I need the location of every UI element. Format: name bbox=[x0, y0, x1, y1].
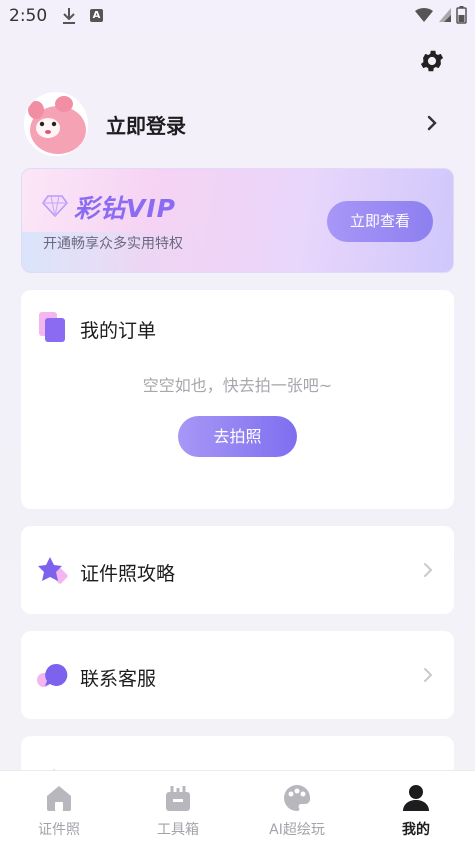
tab-label: 我的 bbox=[402, 822, 430, 838]
tab-toolbox[interactable]: 工具箱 bbox=[119, 771, 237, 846]
orders-title: 我的订单 bbox=[80, 320, 157, 342]
status-time: 2:50 bbox=[9, 6, 48, 26]
tab-ai-draw[interactable]: AI超绘玩 bbox=[238, 771, 356, 846]
menu-item-label: 联系客服 bbox=[80, 668, 157, 690]
chevron-right-icon bbox=[421, 561, 435, 583]
settings-button[interactable] bbox=[418, 47, 446, 75]
home-icon bbox=[44, 783, 74, 813]
palette-icon bbox=[282, 783, 312, 813]
keyboard-icon: A bbox=[90, 9, 103, 22]
tab-mine[interactable]: 我的 bbox=[357, 771, 475, 846]
take-photo-button[interactable]: 去拍照 bbox=[178, 416, 297, 457]
orders-card: 我的订单 空空如也，快去拍一张吧~ 去拍照 bbox=[21, 290, 454, 509]
avatar[interactable] bbox=[24, 92, 88, 156]
tab-label: AI超绘玩 bbox=[269, 822, 325, 838]
menu-item-label: 证件照攻略 bbox=[80, 563, 176, 585]
vip-subtitle: 开通畅享众多实用特权 bbox=[43, 236, 183, 252]
chevron-right-icon bbox=[424, 112, 440, 138]
login-row[interactable]: 立即登录 bbox=[24, 92, 454, 156]
diamond-icon bbox=[41, 195, 69, 221]
toolbox-icon bbox=[163, 783, 193, 813]
gear-icon bbox=[420, 50, 444, 72]
status-indicators bbox=[414, 6, 467, 24]
download-icon bbox=[60, 6, 78, 30]
status-bar: 2:50 A bbox=[0, 0, 475, 34]
bottom-tab-bar: 证件照 工具箱 AI超绘玩 我的 bbox=[0, 770, 475, 846]
signal-icon bbox=[439, 8, 451, 22]
order-icon bbox=[39, 312, 67, 342]
tab-label: 工具箱 bbox=[157, 822, 199, 838]
tab-label: 证件照 bbox=[38, 822, 80, 838]
wifi-icon bbox=[415, 8, 433, 22]
login-label: 立即登录 bbox=[106, 114, 186, 138]
chevron-right-icon bbox=[421, 666, 435, 688]
battery-icon bbox=[456, 6, 467, 24]
vip-view-button[interactable]: 立即查看 bbox=[327, 201, 433, 242]
vip-title: 彩钻VIP bbox=[74, 194, 176, 223]
star-icon bbox=[36, 556, 70, 586]
user-icon bbox=[401, 783, 431, 813]
vip-banner[interactable]: 彩钻VIP 开通畅享众多实用特权 立即查看 bbox=[21, 168, 454, 273]
chat-bubble-icon bbox=[36, 661, 70, 691]
orders-empty-text: 空空如也，快去拍一张吧~ bbox=[142, 376, 333, 395]
menu-item-guide[interactable]: 证件照攻略 bbox=[21, 526, 454, 614]
menu-item-service[interactable]: 联系客服 bbox=[21, 631, 454, 719]
tab-id-photo[interactable]: 证件照 bbox=[0, 771, 118, 846]
